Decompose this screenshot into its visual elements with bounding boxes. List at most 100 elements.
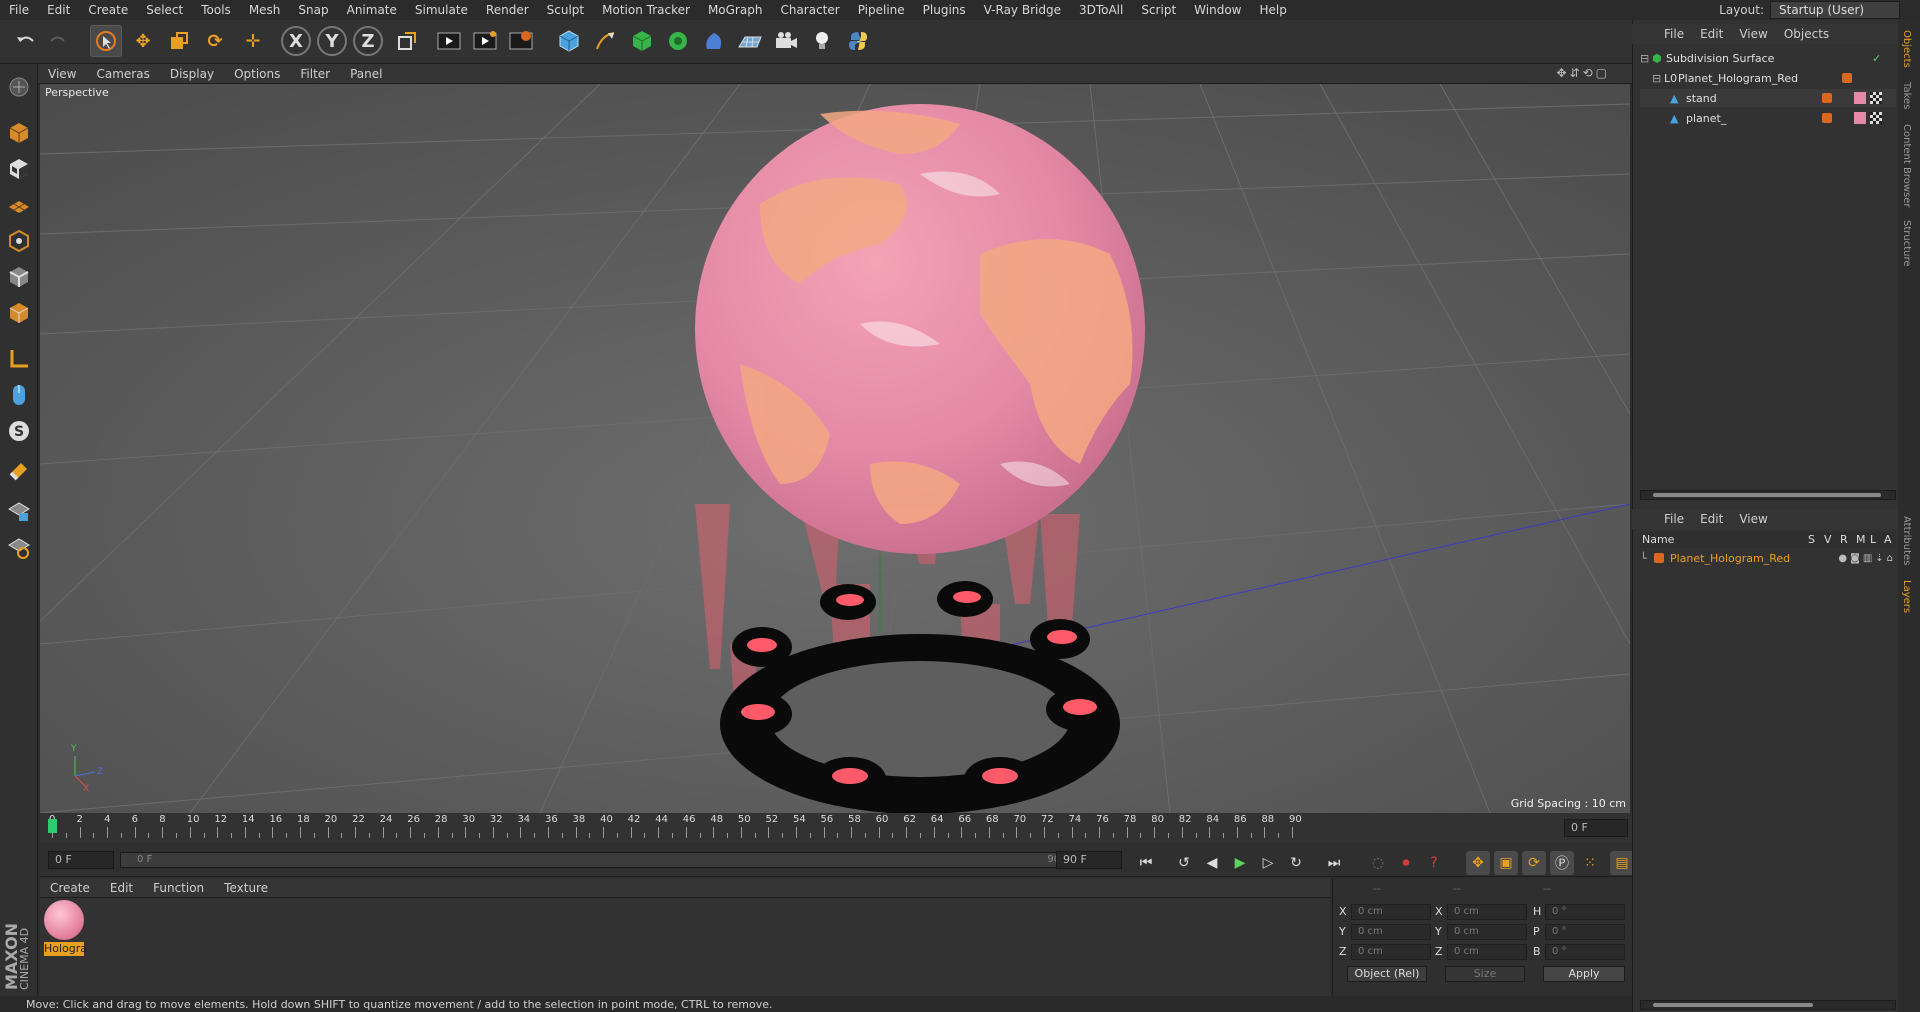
autokey-icon[interactable]: ⏺ (1394, 851, 1418, 875)
move-tool-button[interactable]: ✥ (127, 25, 159, 57)
menu-simulate[interactable]: Simulate (406, 3, 477, 17)
viewport-menu-display[interactable]: Display (160, 67, 224, 81)
record-keys-icon[interactable]: ◌ (1366, 851, 1390, 875)
coord-size-y[interactable]: 0 cm (1447, 924, 1527, 940)
redo-button[interactable] (42, 25, 74, 57)
menu-pipeline[interactable]: Pipeline (849, 3, 914, 17)
play-icon[interactable]: ▶ (1228, 851, 1252, 875)
uv-tag-icon[interactable] (1870, 92, 1882, 104)
tweak-mode-icon[interactable] (4, 380, 34, 410)
previous-key-icon[interactable]: ↺ (1172, 851, 1196, 875)
menu-motion-tracker[interactable]: Motion Tracker (593, 3, 699, 17)
polygons-mode-icon[interactable] (4, 298, 34, 328)
viewport-menu-filter[interactable]: Filter (290, 67, 340, 81)
object-row-planet-hologram-red[interactable]: ⊟ L0 Planet_Hologram_Red (1640, 69, 1896, 87)
menu-edit[interactable]: Edit (38, 3, 79, 17)
layer-flags-icons[interactable]: ●◙▥⇣⌂ (1838, 553, 1896, 564)
coord-pos-y[interactable]: 0 cm (1351, 924, 1431, 940)
light-button[interactable] (806, 25, 838, 57)
y-axis-lock-button[interactable]: Y (317, 26, 347, 56)
menu-snap[interactable]: Snap (289, 3, 337, 17)
layer-menu-file[interactable]: File (1656, 512, 1692, 526)
material-menu-function[interactable]: Function (143, 881, 214, 895)
enabled-check-icon[interactable]: ✓ (1872, 52, 1896, 65)
z-axis-lock-button[interactable]: Z (353, 26, 383, 56)
locked-workplane-icon[interactable] (4, 496, 34, 526)
keyframe-selection-icon[interactable]: ? (1422, 851, 1446, 875)
object-menu-file[interactable]: File (1656, 27, 1692, 41)
floor-environment-button[interactable] (734, 25, 766, 57)
magnet-icon[interactable] (4, 456, 34, 486)
layer-color-icon[interactable] (1654, 553, 1664, 563)
make-editable-icon[interactable] (4, 72, 34, 102)
material-tag-icon[interactable] (1854, 112, 1866, 124)
coord-rot-b[interactable]: 0 ° (1545, 944, 1625, 960)
texture-mode-icon[interactable] (4, 154, 34, 184)
cube-primitive-button[interactable] (553, 25, 585, 57)
deformer-button[interactable] (698, 25, 730, 57)
coordinate-system-button[interactable] (391, 25, 423, 57)
planar-workplane-icon[interactable] (4, 532, 34, 562)
menu-3dtoall[interactable]: 3DToAll (1070, 3, 1132, 17)
next-frame-icon[interactable]: ▷ (1256, 851, 1280, 875)
object-row-stand[interactable]: ▲ stand (1640, 89, 1896, 107)
render-view-button[interactable] (433, 25, 465, 57)
object-menu-edit[interactable]: Edit (1692, 27, 1731, 41)
menu-mesh[interactable]: Mesh (240, 3, 290, 17)
viewport-nav-icons[interactable]: ✥⇵⟲▢ (1556, 66, 1610, 80)
menu-render[interactable]: Render (477, 3, 538, 17)
next-key-icon[interactable]: ↻ (1284, 851, 1308, 875)
coordinate-mode-dropdown[interactable]: Object (Rel) (1347, 966, 1427, 982)
perspective-viewport[interactable]: Y Z X (40, 84, 1630, 813)
rotate-tool-button[interactable]: ⟳ (199, 25, 231, 57)
key-pla-icon[interactable]: ⁙ (1578, 851, 1602, 875)
x-axis-lock-button[interactable]: X (281, 26, 311, 56)
go-to-end-icon[interactable]: ⏭ (1322, 851, 1346, 875)
menu-character[interactable]: Character (771, 3, 848, 17)
object-row-subdivision-surface[interactable]: ⊟ ⬢ Subdivision Surface ✓ (1640, 49, 1896, 67)
tab-structure[interactable]: Structure (1901, 220, 1912, 267)
tree-collapse-icon[interactable]: ⊟ (1652, 72, 1664, 85)
python-button[interactable] (842, 25, 874, 57)
layer-color-icon[interactable] (1822, 113, 1832, 123)
layer-menu-view[interactable]: View (1731, 512, 1775, 526)
object-row-planet[interactable]: ▲ planet_ (1640, 109, 1896, 127)
layer-manager-hscroll[interactable] (1640, 1000, 1896, 1010)
snap-icon[interactable]: S (4, 416, 34, 446)
points-mode-icon[interactable] (4, 226, 34, 256)
apply-button[interactable]: Apply (1543, 966, 1625, 982)
timeline-window-icon[interactable]: ▤ (1610, 851, 1634, 875)
menu-v-ray-bridge[interactable]: V-Ray Bridge (975, 3, 1070, 17)
coord-pos-z[interactable]: 0 cm (1351, 944, 1431, 960)
start-frame-field[interactable]: 0 F (48, 851, 114, 869)
material-menu-texture[interactable]: Texture (214, 881, 278, 895)
axis-mode-icon[interactable] (4, 344, 34, 374)
material-menu-edit[interactable]: Edit (100, 881, 143, 895)
undo-button[interactable] (10, 25, 42, 57)
menu-select[interactable]: Select (137, 3, 192, 17)
subdivision-surface-button[interactable] (626, 25, 658, 57)
camera-button[interactable] (770, 25, 802, 57)
previous-frame-icon[interactable]: ◀ (1200, 851, 1224, 875)
go-to-start-icon[interactable]: ⏮ (1134, 851, 1158, 875)
preview-range-slider[interactable]: 0 F 90 F (120, 852, 1086, 868)
menu-sculpt[interactable]: Sculpt (538, 3, 593, 17)
render-to-picture-viewer-button[interactable] (469, 25, 501, 57)
key-position-icon[interactable]: ✥ (1466, 851, 1490, 875)
tab-content-browser[interactable]: Content Browser (1901, 124, 1912, 207)
menu-window[interactable]: Window (1185, 3, 1250, 17)
layer-color-icon[interactable] (1822, 93, 1832, 103)
coord-rot-p[interactable]: 0 ° (1545, 924, 1625, 940)
menu-plugins[interactable]: Plugins (914, 3, 975, 17)
layer-menu-edit[interactable]: Edit (1692, 512, 1731, 526)
layout-selector[interactable]: Layout: Startup (User) (1719, 1, 1900, 19)
menu-animate[interactable]: Animate (338, 3, 406, 17)
edges-mode-icon[interactable] (4, 262, 34, 292)
live-selection-button[interactable] (90, 25, 122, 57)
viewport-menu-panel[interactable]: Panel (340, 67, 392, 81)
cloner-button[interactable] (662, 25, 694, 57)
menu-tools[interactable]: Tools (192, 3, 240, 17)
material-tag-icon[interactable] (1854, 92, 1866, 104)
key-rotation-icon[interactable]: ⟳ (1522, 851, 1546, 875)
tab-attributes[interactable]: Attributes (1901, 516, 1912, 565)
